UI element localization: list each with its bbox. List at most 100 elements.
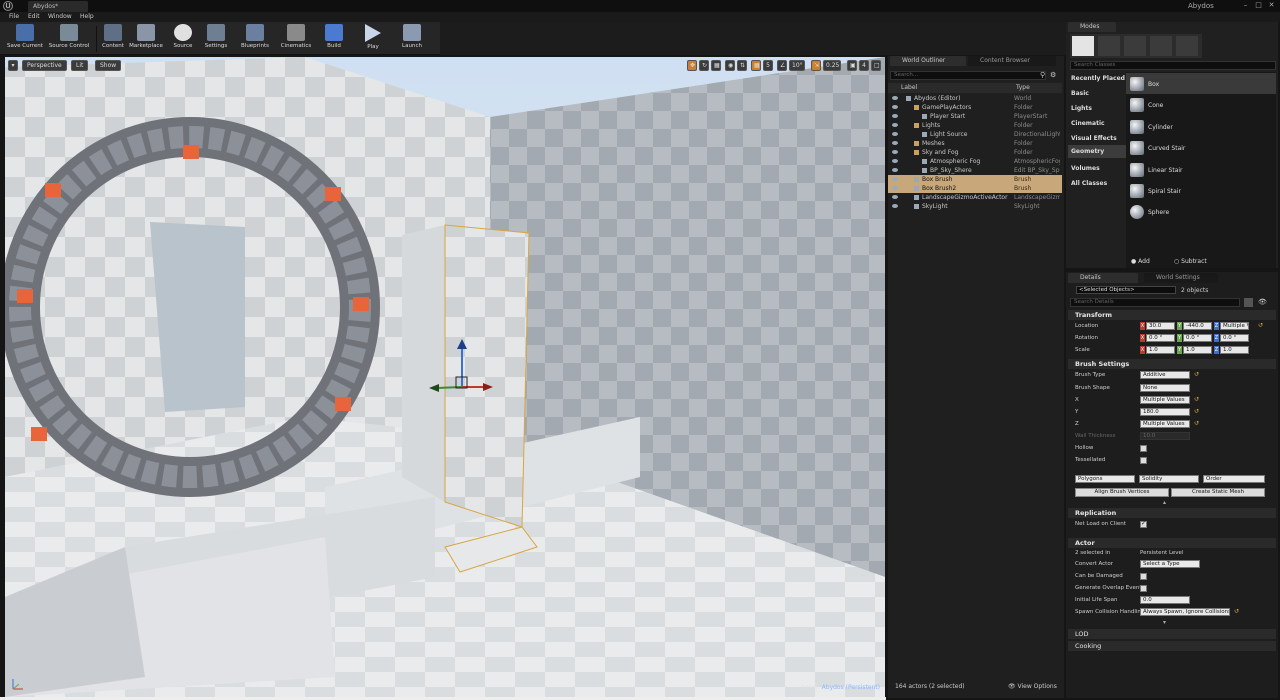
net-load-checkbox[interactable] bbox=[1140, 520, 1147, 528]
lod-section-header[interactable]: LOD bbox=[1068, 629, 1276, 639]
camera-speed-value[interactable]: 4 bbox=[859, 60, 869, 71]
reset-brush-y-icon[interactable]: ↺ bbox=[1194, 409, 1199, 415]
outliner-row[interactable]: Player Start PlayerStart bbox=[888, 112, 1062, 121]
tab-details[interactable]: Details bbox=[1068, 273, 1138, 283]
outliner-row[interactable]: Box Brush Brush bbox=[888, 175, 1062, 184]
solidity-dropdown[interactable]: Solidity bbox=[1139, 475, 1199, 483]
visibility-eye-icon[interactable] bbox=[892, 105, 898, 109]
details-view-icon[interactable]: 👁 bbox=[1258, 298, 1267, 306]
mode-category-cinematic[interactable]: Cinematic bbox=[1071, 120, 1105, 127]
viewport-options-button[interactable]: ▾ bbox=[8, 60, 18, 71]
blueprints-button[interactable]: Blueprints bbox=[238, 24, 272, 54]
visibility-eye-icon[interactable] bbox=[892, 123, 898, 127]
surface-snap-icon[interactable]: ⇅ bbox=[737, 60, 747, 71]
scale-y-field[interactable]: 1.0 bbox=[1183, 346, 1212, 354]
shape-label-cylinder[interactable]: Cylinder bbox=[1148, 124, 1173, 131]
replication-section-header[interactable]: Replication bbox=[1068, 508, 1276, 518]
rotation-x-field[interactable]: 0.0 ° bbox=[1146, 334, 1175, 342]
scale-x-field[interactable]: 1.0 bbox=[1146, 346, 1175, 354]
mode-category-all-classes[interactable]: All Classes bbox=[1071, 180, 1107, 187]
order-dropdown[interactable]: Order bbox=[1203, 475, 1265, 483]
type-column-header[interactable]: Type bbox=[1016, 84, 1030, 91]
foliage-mode-icon[interactable] bbox=[1150, 36, 1172, 56]
shape-label-box[interactable]: Box bbox=[1148, 81, 1159, 88]
geometry-mode-icon[interactable] bbox=[1176, 36, 1198, 56]
settings-button[interactable]: Settings bbox=[202, 24, 230, 54]
reset-brush-x-icon[interactable]: ↺ bbox=[1194, 397, 1199, 403]
reset-location-icon[interactable]: ↺ bbox=[1258, 323, 1263, 329]
visibility-eye-icon[interactable] bbox=[892, 150, 898, 154]
scale-snap-icon[interactable]: ⇲ bbox=[811, 60, 821, 71]
transform-section-header[interactable]: Transform bbox=[1068, 310, 1276, 320]
brush-x-field[interactable]: Multiple Values bbox=[1140, 396, 1190, 404]
outliner-search-input[interactable]: Search... bbox=[890, 71, 1046, 80]
camera-speed-icon[interactable]: ▣ bbox=[847, 60, 857, 71]
visibility-eye-icon[interactable] bbox=[892, 195, 898, 199]
outliner-row[interactable]: Abydos (Editor) World bbox=[888, 94, 1062, 103]
tab-world-outliner[interactable]: World Outliner bbox=[890, 56, 966, 66]
outliner-row[interactable]: LandscapeGizmoActiveActor LandscapeGizmo bbox=[888, 193, 1062, 202]
mode-category-basic[interactable]: Basic bbox=[1071, 90, 1089, 97]
details-search-input[interactable]: Search Details bbox=[1070, 298, 1240, 307]
menu-help[interactable]: Help bbox=[80, 13, 94, 20]
hollow-checkbox[interactable] bbox=[1140, 445, 1147, 452]
marketplace-button[interactable]: Marketplace bbox=[128, 24, 164, 54]
document-tab[interactable]: Abydos* bbox=[28, 1, 88, 12]
shape-label-sphere[interactable]: Sphere bbox=[1148, 209, 1169, 216]
outliner-row[interactable]: GamePlayActors Folder bbox=[888, 103, 1062, 112]
grid-snap-value[interactable]: 5 bbox=[763, 60, 773, 71]
view-options-button[interactable]: 👁 View Options bbox=[1008, 683, 1057, 690]
source-button[interactable]: Source bbox=[170, 24, 196, 54]
play-button[interactable]: Play bbox=[360, 24, 386, 54]
visibility-eye-icon[interactable] bbox=[892, 168, 898, 172]
visibility-eye-icon[interactable] bbox=[892, 132, 898, 136]
rotate-mode-icon[interactable]: ↻ bbox=[699, 60, 709, 71]
spawn-collision-select[interactable]: Always Spawn, Ignore Collisions bbox=[1140, 608, 1230, 616]
shape-label-linear-stair[interactable]: Linear Stair bbox=[1148, 167, 1183, 174]
actor-section-header[interactable]: Actor bbox=[1068, 538, 1276, 548]
level-viewport[interactable]: ▾ Perspective Lit Show ✥ ↻ ▦ ◉ ⇅ ▦ 5 ∠ 1… bbox=[5, 57, 885, 697]
rotation-z-field[interactable]: 0.0 ° bbox=[1220, 334, 1249, 342]
brush-shape-select[interactable]: None bbox=[1140, 384, 1190, 392]
tessellated-checkbox[interactable] bbox=[1140, 457, 1147, 464]
align-brush-vertices-button[interactable]: Align Brush Vertices bbox=[1075, 488, 1169, 497]
rotation-snap-icon[interactable]: ∠ bbox=[777, 60, 787, 71]
brush-settings-section-header[interactable]: Brush Settings bbox=[1068, 359, 1276, 369]
outliner-row[interactable]: Light Source DirectionalLight bbox=[888, 130, 1062, 139]
location-x-field[interactable]: 30.0 bbox=[1146, 322, 1175, 330]
location-z-field[interactable]: Multiple V bbox=[1220, 322, 1249, 330]
grid-snap-icon[interactable]: ▦ bbox=[751, 60, 761, 71]
property-matrix-icon[interactable] bbox=[1244, 298, 1253, 307]
class-search-input[interactable]: Search Classes bbox=[1070, 61, 1276, 70]
mode-category-lights[interactable]: Lights bbox=[1071, 105, 1092, 112]
translate-mode-icon[interactable]: ✥ bbox=[687, 60, 697, 71]
show-button[interactable]: Show bbox=[95, 60, 122, 71]
brush-z-field[interactable]: Multiple Values bbox=[1140, 420, 1190, 428]
tab-content-browser[interactable]: Content Browser bbox=[968, 56, 1056, 66]
visibility-eye-icon[interactable] bbox=[892, 96, 898, 100]
mode-category-visual-effects[interactable]: Visual Effects bbox=[1071, 135, 1117, 142]
tab-modes[interactable]: Modes bbox=[1068, 22, 1116, 32]
reset-brush-type-icon[interactable]: ↺ bbox=[1194, 372, 1199, 378]
mode-category-recently-placed[interactable]: Recently Placed bbox=[1071, 75, 1125, 82]
shape-label-cone[interactable]: Cone bbox=[1148, 102, 1163, 109]
place-mode-icon[interactable] bbox=[1072, 36, 1094, 56]
create-static-mesh-button[interactable]: Create Static Mesh bbox=[1171, 488, 1265, 497]
location-y-field[interactable]: -440.0 bbox=[1183, 322, 1212, 330]
launch-button[interactable]: Launch bbox=[398, 24, 426, 54]
advanced-expand-icon[interactable]: ▾ bbox=[1163, 619, 1166, 626]
collapse-arrow-icon[interactable]: ▴ bbox=[1163, 499, 1166, 506]
overlap-events-checkbox[interactable] bbox=[1140, 585, 1147, 592]
outliner-row[interactable]: BP_Sky_Shere Edit BP_Sky_Sph bbox=[888, 166, 1062, 175]
can-be-damaged-checkbox[interactable] bbox=[1140, 573, 1147, 580]
visibility-eye-icon[interactable] bbox=[892, 159, 898, 163]
outliner-row[interactable]: Lights Folder bbox=[888, 121, 1062, 130]
brush-type-select[interactable]: Additive bbox=[1140, 371, 1190, 379]
mode-category-geometry[interactable]: Geometry bbox=[1068, 145, 1126, 158]
visibility-eye-icon[interactable] bbox=[892, 186, 898, 190]
paint-mode-icon[interactable] bbox=[1098, 36, 1120, 56]
outliner-row[interactable]: Atmospheric Fog AtmosphericFog bbox=[888, 157, 1062, 166]
visibility-eye-icon[interactable] bbox=[892, 141, 898, 145]
cinematics-button[interactable]: Cinematics bbox=[278, 24, 314, 54]
mode-category-volumes[interactable]: Volumes bbox=[1071, 165, 1100, 172]
